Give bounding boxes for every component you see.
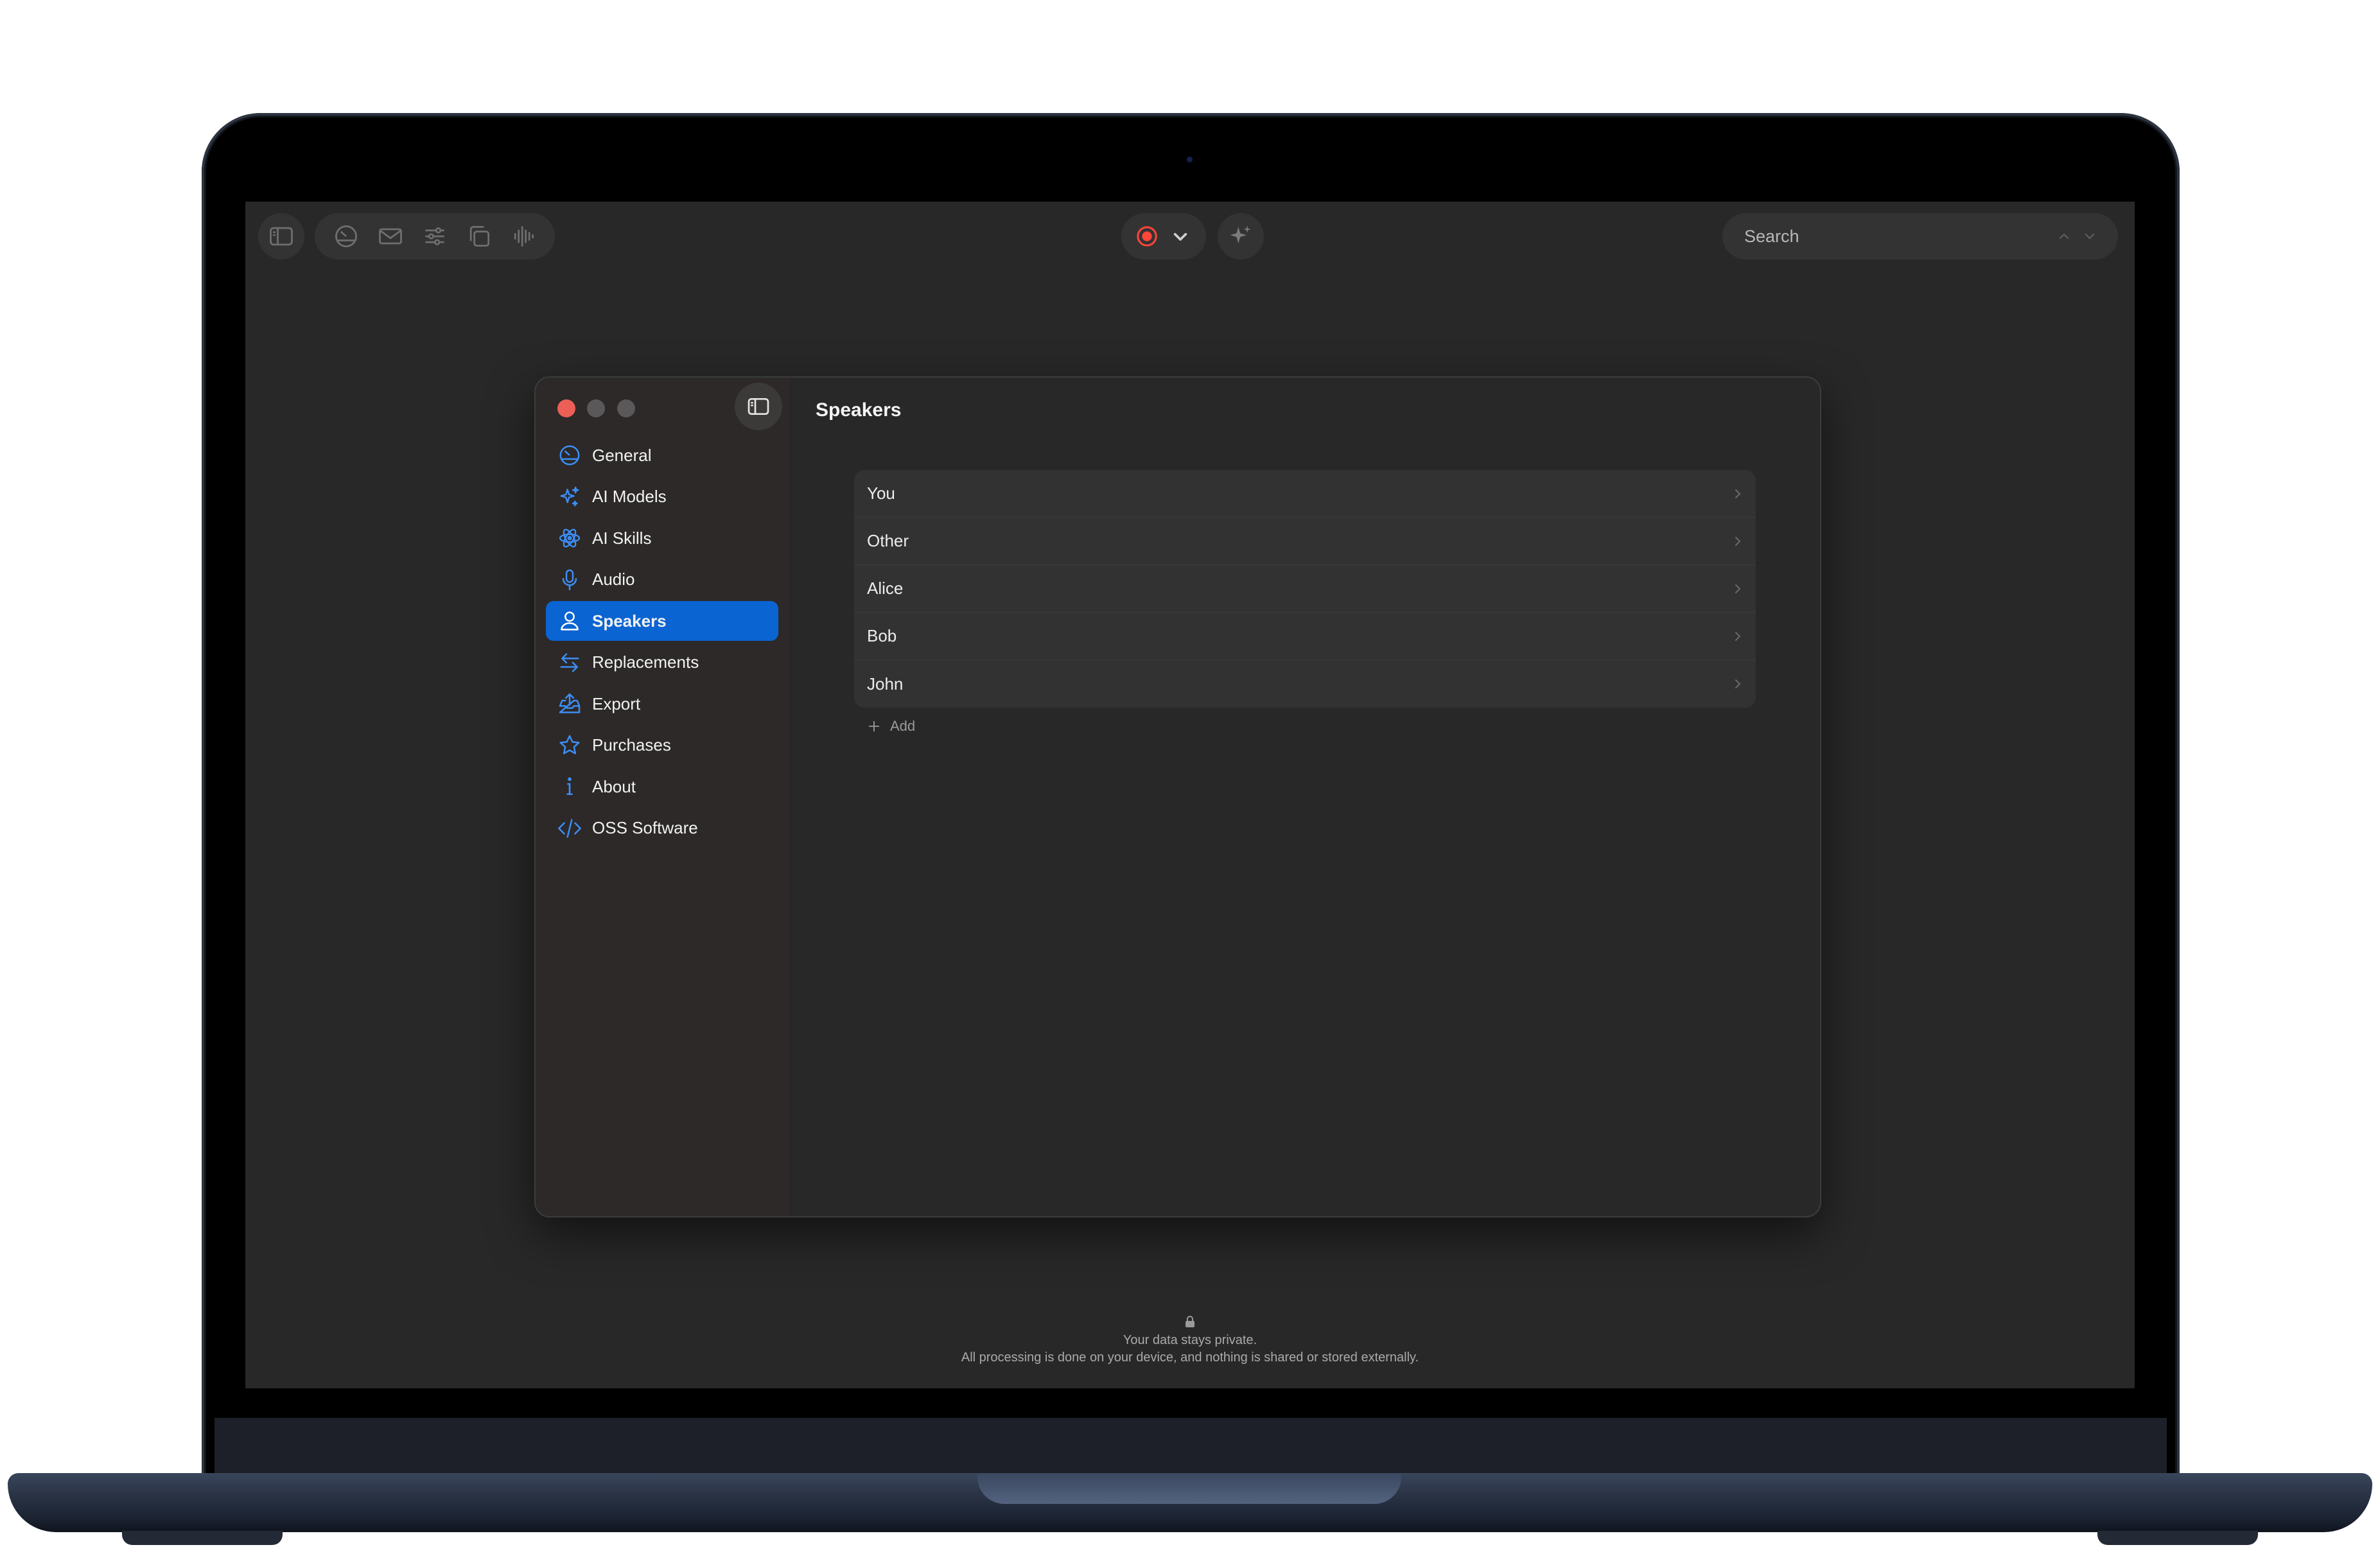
sparkles-icon: [1230, 225, 1251, 243]
sidebar-item-audio[interactable]: Audio: [546, 560, 778, 600]
toggle-sidebar-button[interactable]: [258, 213, 304, 259]
code-brackets-icon: [556, 815, 583, 842]
sidebar-item-label: General: [592, 445, 652, 465]
record-button-group[interactable]: [1121, 213, 1206, 259]
sidebar-item-label: Speakers: [592, 611, 667, 631]
waveform-icon[interactable]: [509, 222, 538, 250]
sidebar-item-label: Purchases: [592, 735, 671, 755]
page-title: Speakers: [816, 399, 902, 421]
sidebar-item-label: About: [592, 776, 636, 796]
search-field[interactable]: [1722, 213, 2118, 259]
settings-nav: General AI Models AI Skills Audio Speake…: [546, 435, 778, 850]
settings-sidebar-toggle[interactable]: [735, 383, 782, 430]
sidebar-item-purchases[interactable]: Purchases: [546, 726, 778, 765]
toolbar-action-group: [315, 213, 555, 259]
chevron-right-icon: [1735, 584, 1741, 593]
minimize-window-button[interactable]: [587, 399, 605, 417]
list-item[interactable]: Other: [854, 518, 1756, 565]
chevron-right-icon: [1735, 631, 1741, 641]
sidebar-item-label: Export: [592, 694, 641, 713]
list-item[interactable]: John: [854, 660, 1756, 708]
chevron-down-icon[interactable]: [2082, 229, 2097, 244]
settings-window: General AI Models AI Skills Audio Speake…: [534, 376, 1821, 1218]
close-window-button[interactable]: [557, 399, 575, 417]
chevron-up-icon[interactable]: [2056, 229, 2072, 244]
record-icon[interactable]: [1134, 223, 1160, 249]
speakers-list: You Other Alice Bob John: [854, 470, 1756, 708]
sparkles-icon: [556, 484, 583, 511]
plus-icon: [868, 720, 880, 732]
speaker-name: Bob: [867, 626, 897, 645]
sidebar-item-speakers[interactable]: Speakers: [546, 601, 778, 641]
camera: [1187, 157, 1193, 162]
search-input[interactable]: [1743, 225, 2041, 247]
settings-sidebar: General AI Models AI Skills Audio Speake…: [536, 378, 791, 1216]
list-item[interactable]: You: [854, 470, 1756, 518]
sidebar-item-label: Audio: [592, 570, 635, 589]
sidebar-item-general[interactable]: General: [546, 435, 778, 475]
add-label: Add: [890, 718, 916, 734]
sidebar-item-export[interactable]: Export: [546, 684, 778, 724]
person-icon: [556, 607, 583, 634]
laptop-foot-left: [122, 1531, 283, 1545]
sidebar-item-label: Replacements: [592, 652, 699, 672]
chevron-right-icon: [1735, 536, 1741, 546]
privacy-notice: Your data stays private. All processing …: [245, 1315, 2135, 1366]
sidebar-item-label: OSS Software: [592, 818, 698, 837]
lock-icon: [1186, 1316, 1194, 1327]
chevron-down-icon[interactable]: [1168, 223, 1193, 249]
sidebar-item-replacements[interactable]: Replacements: [546, 643, 778, 683]
copy-icon[interactable]: [465, 222, 493, 250]
laptop-foot-right: [2097, 1531, 2258, 1545]
sliders-icon[interactable]: [421, 222, 449, 250]
chevron-right-icon: [1735, 679, 1741, 688]
sidebar-item-ai-skills[interactable]: AI Skills: [546, 518, 778, 558]
sidebar-item-label: AI Skills: [592, 528, 652, 548]
gauge-icon[interactable]: [332, 222, 360, 250]
speaker-name: Alice: [867, 579, 904, 598]
info-icon: [556, 773, 583, 800]
sidebar-item-oss-software[interactable]: OSS Software: [546, 808, 778, 848]
speaker-name: You: [867, 484, 895, 503]
add-speaker-button[interactable]: Add: [867, 718, 915, 735]
sidebar-item-label: AI Models: [592, 487, 667, 506]
privacy-line-1: Your data stays private.: [1123, 1333, 1257, 1347]
sidebar-item-about[interactable]: About: [546, 767, 778, 807]
sidebar-icon: [270, 227, 293, 246]
sidebar-icon: [748, 398, 769, 415]
laptop-chin: [214, 1418, 2167, 1474]
tray-upload-icon: [556, 690, 583, 717]
swap-arrows-icon: [556, 649, 583, 676]
privacy-line-2: All processing is done on your device, a…: [961, 1350, 1419, 1365]
ai-assistant-button[interactable]: [1218, 213, 1264, 259]
sidebar-item-ai-models[interactable]: AI Models: [546, 477, 778, 517]
microphone-icon: [556, 566, 583, 593]
mail-icon[interactable]: [376, 222, 405, 250]
app-screen: General AI Models AI Skills Audio Speake…: [245, 202, 2135, 1388]
speaker-name: Other: [867, 531, 909, 550]
star-icon: [556, 732, 583, 759]
chevron-right-icon: [1735, 489, 1741, 498]
laptop-lid-notch: [977, 1473, 1401, 1504]
speaker-name: John: [867, 674, 904, 694]
gauge-icon: [556, 442, 583, 469]
list-item[interactable]: Bob: [854, 613, 1756, 660]
zoom-window-button[interactable]: [617, 399, 635, 417]
atom-icon: [556, 525, 583, 552]
search-navigation: [2056, 229, 2097, 244]
list-item[interactable]: Alice: [854, 565, 1756, 613]
